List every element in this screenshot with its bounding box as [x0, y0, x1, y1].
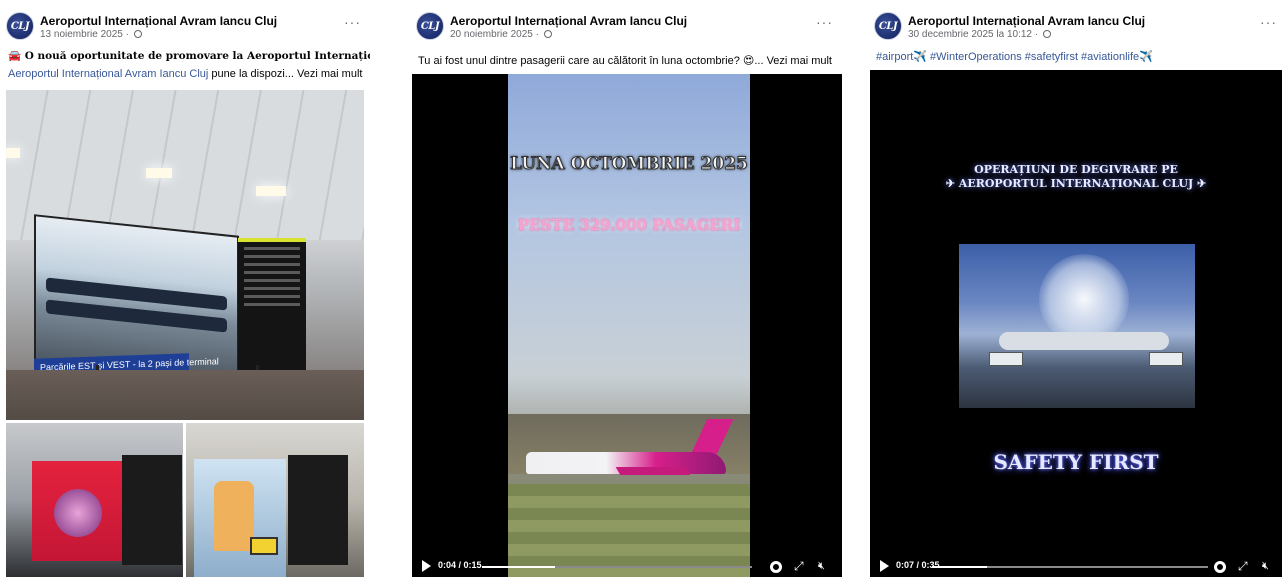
deicing-spray-graphic [1039, 254, 1129, 344]
globe-icon [543, 30, 552, 38]
post-text: Tu ai fost unul dintre pasagerii care au… [418, 55, 767, 67]
avatar[interactable]: CLJ [416, 12, 444, 40]
video-controls: 0:04 / 0:15 ⤢ 🔇︎ [412, 555, 842, 577]
board-line [244, 295, 300, 298]
globe-icon [133, 30, 142, 38]
ceiling-light [6, 148, 20, 158]
progress-fill [482, 566, 555, 568]
ceiling-light [146, 168, 172, 178]
ceiling-light [256, 186, 286, 196]
see-more-link[interactable]: Vezi mai mult [767, 55, 832, 67]
board-line [244, 263, 300, 266]
page-name-link[interactable]: Aeroportul Internațional Avram Iancu Clu… [450, 14, 687, 28]
flight-board-graphic [122, 455, 182, 565]
board-line [244, 287, 300, 290]
airplane-graphic [999, 332, 1169, 350]
post-text-line: 🚘 O nouă oportunitate de promovare la Ae… [8, 50, 370, 62]
progress-bar[interactable] [482, 566, 752, 568]
page-name-link[interactable]: Aeroportul Internațional Avram Iancu Clu… [40, 14, 277, 28]
board-line [244, 247, 300, 250]
video-subtitle: PESTE 329.000 PASAGERI [517, 216, 741, 234]
post-date-text: 20 noiembrie 2025 · [450, 29, 542, 40]
video-time: 0:07 / 0:35 [896, 560, 940, 570]
video-title-line-2: ✈ AEROPORTUL INTERNAȚIONAL CLUJ ✈ [945, 177, 1207, 190]
gear-icon[interactable] [770, 561, 782, 573]
video-time: 0:04 / 0:15 [438, 560, 482, 570]
video-title: OPERAȚIUNI DE DEGIVRARE PE [974, 163, 1178, 176]
deicing-truck-graphic [1149, 352, 1183, 366]
avatar[interactable]: CLJ [874, 12, 902, 40]
deicing-truck-graphic [989, 352, 1023, 366]
board-line [244, 255, 300, 258]
post-date[interactable]: 13 noiembrie 2025 · [40, 29, 142, 40]
post-date-text: 13 noiembrie 2025 · [40, 29, 132, 40]
more-options-icon[interactable]: ··· [344, 14, 361, 30]
flight-board-graphic [288, 455, 348, 565]
board-line [244, 279, 300, 282]
post-card: CLJ Aeroportul Internațional Avram Iancu… [868, 0, 1284, 577]
post-text-rest: pune la dispozi... [208, 68, 298, 80]
video-slogan: SAFETY FIRST [993, 450, 1159, 474]
ad-screen-graphic [32, 461, 122, 561]
progress-bar[interactable] [932, 566, 1208, 568]
ad-circle-graphic [54, 489, 102, 537]
robot-screen-graphic [194, 459, 286, 577]
luggage-graphic [250, 537, 278, 555]
post-date[interactable]: 20 noiembrie 2025 · [450, 29, 552, 40]
globe-icon [1042, 30, 1051, 38]
post-date[interactable]: 30 decembrie 2025 la 10:12 · [908, 29, 1051, 40]
post-date-text: 30 decembrie 2025 la 10:12 · [908, 29, 1041, 40]
hashtags[interactable]: #airport✈️ #WinterOperations #safetyfirs… [876, 50, 1284, 63]
video-player[interactable]: LUNA OCTOMBRIE 2025 PESTE 329.000 PASAGE… [412, 74, 842, 577]
muted-speaker-icon[interactable]: 🔇︎ [818, 559, 825, 573]
video-title: LUNA OCTOMBRIE 2025 [510, 154, 749, 175]
avatar-logo: CLJ [420, 20, 440, 32]
avatar-logo: CLJ [878, 20, 898, 32]
robot-graphic [214, 481, 254, 551]
board-line [244, 303, 300, 306]
avatar-logo: CLJ [10, 20, 30, 32]
post-photo[interactable] [6, 423, 183, 577]
avatar[interactable]: CLJ [6, 12, 34, 40]
video-frame: LUNA OCTOMBRIE 2025 PESTE 329.000 PASAGE… [508, 74, 750, 577]
video-player[interactable]: OPERAȚIUNI DE DEGIVRARE PE ✈ AEROPORTUL … [870, 70, 1282, 577]
floor-graphic [6, 370, 364, 420]
post-header: CLJ Aeroportul Internațional Avram Iancu… [868, 8, 1284, 44]
page-name-link[interactable]: Aeroportul Internațional Avram Iancu Clu… [908, 14, 1145, 28]
post-text-line: Aeroportul Internațional Avram Iancu Clu… [8, 68, 370, 80]
expand-icon[interactable]: ⤢ [794, 559, 804, 573]
more-options-icon[interactable]: ··· [1260, 14, 1277, 30]
progress-fill [932, 566, 988, 568]
post-photo[interactable] [186, 423, 364, 577]
post-header: CLJ Aeroportul Internațional Avram Iancu… [410, 8, 844, 44]
gear-icon[interactable] [1214, 561, 1226, 573]
play-icon[interactable] [422, 560, 431, 572]
expand-icon[interactable]: ⤢ [1238, 559, 1248, 573]
page-mention-link[interactable]: Aeroportul Internațional Avram Iancu Clu… [8, 68, 208, 80]
muted-speaker-icon[interactable]: 🔇︎ [1262, 559, 1269, 573]
board-line [244, 271, 300, 274]
post-header: CLJ Aeroportul Internațional Avram Iancu… [0, 8, 370, 44]
see-more-link[interactable]: Vezi mai mult [297, 68, 362, 80]
post-text-line: Tu ai fost unul dintre pasagerii care au… [418, 54, 844, 67]
post-photo[interactable]: Parcările EST și VEST - la 2 pași de ter… [6, 90, 364, 420]
post-card: CLJ Aeroportul Internațional Avram Iancu… [410, 0, 844, 577]
video-controls: 0:07 / 0:35 ⤢ 🔇︎ [870, 555, 1282, 577]
deicing-photo [959, 244, 1195, 408]
plane-wing-graphic [615, 467, 691, 475]
post-card: CLJ Aeroportul Internațional Avram Iancu… [0, 0, 370, 577]
more-options-icon[interactable]: ··· [816, 14, 833, 30]
play-icon[interactable] [880, 560, 889, 572]
